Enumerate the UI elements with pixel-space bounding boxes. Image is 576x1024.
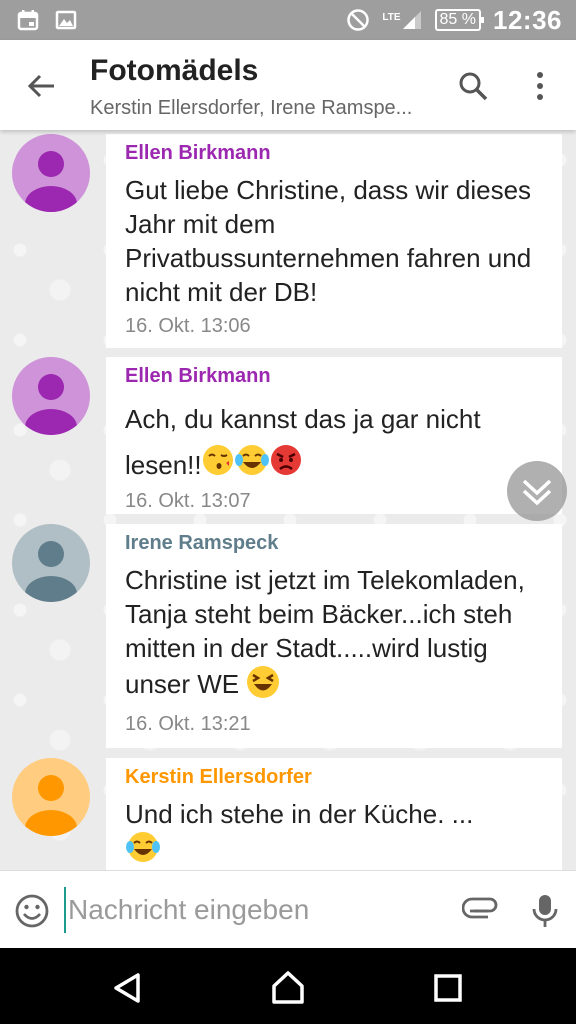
avatar[interactable] bbox=[12, 524, 90, 602]
sender-name[interactable]: Ellen Birkmann bbox=[125, 365, 544, 388]
emoji-icon[interactable] bbox=[14, 893, 50, 929]
message-list[interactable]: Ellen Birkmann Gut liebe Christine, dass… bbox=[0, 130, 576, 870]
message-text: Christine ist jetzt im Telekomladen, Tan… bbox=[125, 563, 544, 707]
message-text-content: Und ich stehe in der Küche. ... bbox=[125, 799, 474, 829]
avatar[interactable] bbox=[12, 758, 90, 836]
composer-bar bbox=[0, 870, 576, 948]
arrow-left-icon[interactable] bbox=[24, 68, 64, 104]
message-text-content: Ach, du kannst das ja gar nicht lesen!! bbox=[125, 404, 481, 480]
sender-name[interactable]: Ellen Birkmann bbox=[125, 142, 544, 165]
status-bar: LTE 85 % 12:36 bbox=[0, 0, 576, 40]
avatar[interactable] bbox=[12, 357, 90, 435]
sender-name[interactable]: Irene Ramspeck bbox=[125, 532, 544, 555]
chat-title[interactable]: Fotomädels bbox=[90, 54, 258, 88]
back-triangle-icon[interactable] bbox=[108, 968, 148, 1008]
recents-icon[interactable] bbox=[428, 968, 468, 1008]
message-input[interactable] bbox=[64, 887, 444, 933]
message-time: 16. Okt. 13:07 bbox=[125, 490, 251, 513]
battery-indicator: 85 % bbox=[434, 9, 485, 31]
clock: 12:36 bbox=[493, 4, 562, 35]
tears-of-joy-emoji bbox=[234, 444, 270, 490]
calendar-icon bbox=[16, 8, 40, 32]
message-text: Ach, du kannst das ja gar nicht lesen!! bbox=[125, 396, 544, 490]
paperclip-icon[interactable] bbox=[461, 893, 500, 929]
message-text: Und ich stehe in der Küche. ... bbox=[125, 797, 544, 870]
app-bar: Fotomädels Kerstin Ellersdorfer, Irene R… bbox=[0, 40, 576, 130]
do-not-disturb-icon bbox=[346, 8, 370, 32]
message-text-content: Christine ist jetzt im Telekomladen, Tan… bbox=[125, 565, 525, 699]
tears-of-joy-emoji bbox=[125, 831, 161, 870]
kissing-face-emoji bbox=[202, 444, 234, 490]
message-time: 16. Okt. 13:06 bbox=[125, 315, 251, 337]
angry-face-emoji bbox=[270, 444, 302, 490]
microphone-icon[interactable] bbox=[530, 891, 560, 931]
search-icon[interactable] bbox=[455, 68, 491, 104]
message-text: Gut liebe Christine, dass wir dieses Jah… bbox=[125, 175, 532, 307]
message-time: 16. Okt. 13:21 bbox=[125, 713, 251, 735]
more-vert-icon[interactable] bbox=[524, 66, 556, 106]
avatar[interactable] bbox=[12, 134, 90, 212]
laughing-face-emoji bbox=[246, 665, 280, 707]
network-type: LTE bbox=[382, 12, 401, 23]
navigation-bar bbox=[0, 948, 576, 1024]
message-bubble[interactable]: Irene Ramspeck Christine ist jetzt im Te… bbox=[106, 524, 562, 748]
chevron-double-down-icon[interactable] bbox=[507, 461, 567, 521]
message-bubble[interactable]: Kerstin Ellersdorfer Und ich stehe in de… bbox=[106, 758, 562, 870]
chat-participants[interactable]: Kerstin Ellersdorfer, Irene Ramspe... bbox=[90, 97, 412, 120]
signal-icon: LTE bbox=[382, 9, 422, 31]
message-bubble[interactable]: Ellen Birkmann Ach, du kannst das ja gar… bbox=[106, 357, 562, 514]
sender-name[interactable]: Kerstin Ellersdorfer bbox=[125, 766, 544, 789]
message-bubble[interactable]: Ellen Birkmann Gut liebe Christine, dass… bbox=[106, 134, 562, 348]
home-icon[interactable] bbox=[268, 968, 308, 1008]
image-icon bbox=[54, 8, 78, 32]
